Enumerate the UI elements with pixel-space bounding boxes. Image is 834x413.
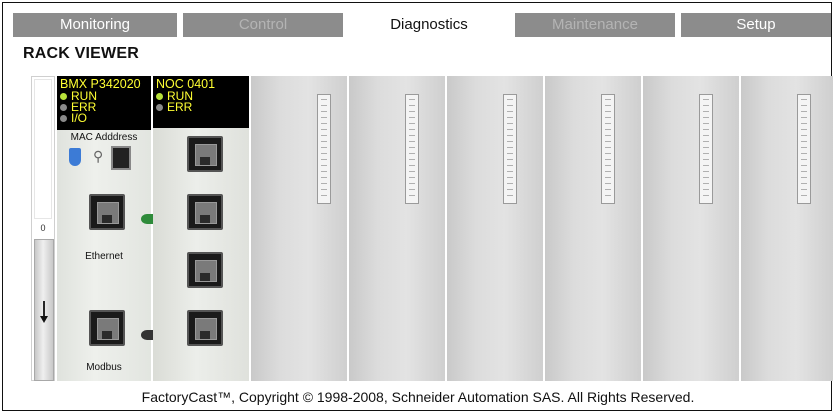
scroll-thumb[interactable] <box>34 239 54 381</box>
slot-connector-icon <box>405 94 419 204</box>
led-indicator-icon <box>60 93 67 100</box>
modbus-port-icon <box>89 310 125 346</box>
led-indicator-icon <box>60 104 67 111</box>
scroll-track <box>34 79 52 219</box>
page-frame: Monitoring Control Diagnostics Maintenan… <box>2 2 833 411</box>
tab-setup[interactable]: Setup <box>681 13 831 37</box>
usb-connector-icon <box>69 148 81 166</box>
slot-connector-icon <box>317 94 331 204</box>
tab-bar: Monitoring Control Diagnostics Maintenan… <box>13 13 831 37</box>
led-indicator-icon <box>60 115 67 122</box>
noc-port-3-icon <box>187 252 223 288</box>
slot-connector-icon <box>601 94 615 204</box>
tab-maintenance[interactable]: Maintenance <box>515 13 675 37</box>
rack-scrollbar[interactable]: 0 <box>31 76 55 381</box>
tab-control[interactable]: Control <box>183 13 343 37</box>
noc-port-2-icon <box>187 194 223 230</box>
noc-port-1-icon <box>187 136 223 172</box>
led-io: I/O <box>60 112 148 124</box>
tab-monitoring[interactable]: Monitoring <box>13 13 177 37</box>
arrow-down-icon <box>40 301 48 323</box>
modbus-led-icon <box>141 330 153 340</box>
slot-connector-icon <box>699 94 713 204</box>
cpu-module[interactable]: BMX P342020 RUN ERR I/O MAC Adddress ⚲ E… <box>57 76 153 381</box>
usb-port-icon <box>111 146 131 170</box>
noc-port-4-icon <box>187 310 223 346</box>
empty-slot[interactable] <box>643 76 739 381</box>
empty-slot[interactable] <box>741 76 833 381</box>
modbus-label: Modbus <box>86 362 122 373</box>
led-err: ERR <box>156 101 246 113</box>
slot-connector-icon <box>503 94 517 204</box>
copyright-footer: FactoryCast™, Copyright © 1998-2008, Sch… <box>141 389 695 405</box>
rack-viewer: 0 BMX P342020 RUN ERR I/O MAC Adddress ⚲ <box>31 76 833 381</box>
led-indicator-icon <box>156 93 163 100</box>
cpu-module-header: BMX P342020 RUN ERR I/O <box>57 76 151 130</box>
slot-connector-icon <box>797 94 811 204</box>
page-title: RACK VIEWER <box>23 45 139 62</box>
empty-slot[interactable] <box>349 76 445 381</box>
empty-slot[interactable] <box>447 76 543 381</box>
slot-position-label: 0 <box>40 223 46 233</box>
noc-module-header: NOC 0401 RUN ERR <box>153 76 249 128</box>
usb-symbol-icon: ⚲ <box>93 148 104 164</box>
empty-slot[interactable] <box>545 76 641 381</box>
tab-diagnostics[interactable]: Diagnostics <box>349 13 509 37</box>
ethernet-label: Ethernet <box>85 251 123 262</box>
led-indicator-icon <box>156 104 163 111</box>
ethernet-port-icon <box>89 194 125 230</box>
ethernet-led-icon <box>141 214 153 224</box>
mac-address-label: MAC Adddress <box>70 132 138 143</box>
empty-slot[interactable] <box>251 76 347 381</box>
noc-module[interactable]: NOC 0401 RUN ERR <box>153 76 249 381</box>
